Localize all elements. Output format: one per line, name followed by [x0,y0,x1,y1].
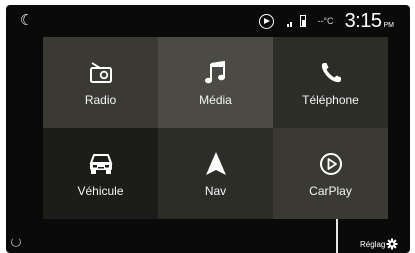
media-label: Média [199,92,232,107]
status-bar: ☾ --°C 3:15 PM [6,5,410,37]
settings-button[interactable]: Réglag [360,238,398,250]
vehicle-label: Véhicule [77,183,124,198]
vehicle-tile[interactable]: Véhicule [43,128,158,219]
refresh-icon[interactable] [11,237,21,247]
signal-icon [287,15,293,27]
radio-icon [88,59,114,87]
nav-tile[interactable]: Nav [158,128,273,219]
settings-label: Réglag [360,239,386,249]
temperature: --°C [317,16,334,26]
infotainment-screen: ☾ --°C 3:15 PM Radio Média Téléphone Véh… [6,5,410,253]
carplay-tile[interactable]: CarPlay [273,128,388,219]
phone-tile[interactable]: Téléphone [273,37,388,128]
phone-icon [319,59,343,87]
car-icon [87,150,115,178]
radio-label: Radio [84,92,117,107]
moon-icon: ☾ [20,12,34,29]
phone-label: Téléphone [302,92,359,107]
clock-ampm: PM [383,22,395,29]
carplay-icon [259,13,275,29]
radio-tile[interactable]: Radio [43,37,158,128]
nav-label: Nav [204,183,227,198]
gear-icon [386,238,398,250]
app-grid: Radio Média Téléphone Véhicule Nav CarPl… [43,37,388,219]
music-note-icon [203,59,229,87]
clock-time: 3:15 [344,9,382,32]
navigation-arrow-icon [205,150,227,178]
status-right: --°C 3:15 PM [259,10,394,32]
carplay-label: CarPlay [309,183,352,198]
battery-icon [300,15,307,27]
bottom-divider [336,219,338,253]
carplay-icon [319,150,343,178]
media-tile[interactable]: Média [158,37,273,128]
